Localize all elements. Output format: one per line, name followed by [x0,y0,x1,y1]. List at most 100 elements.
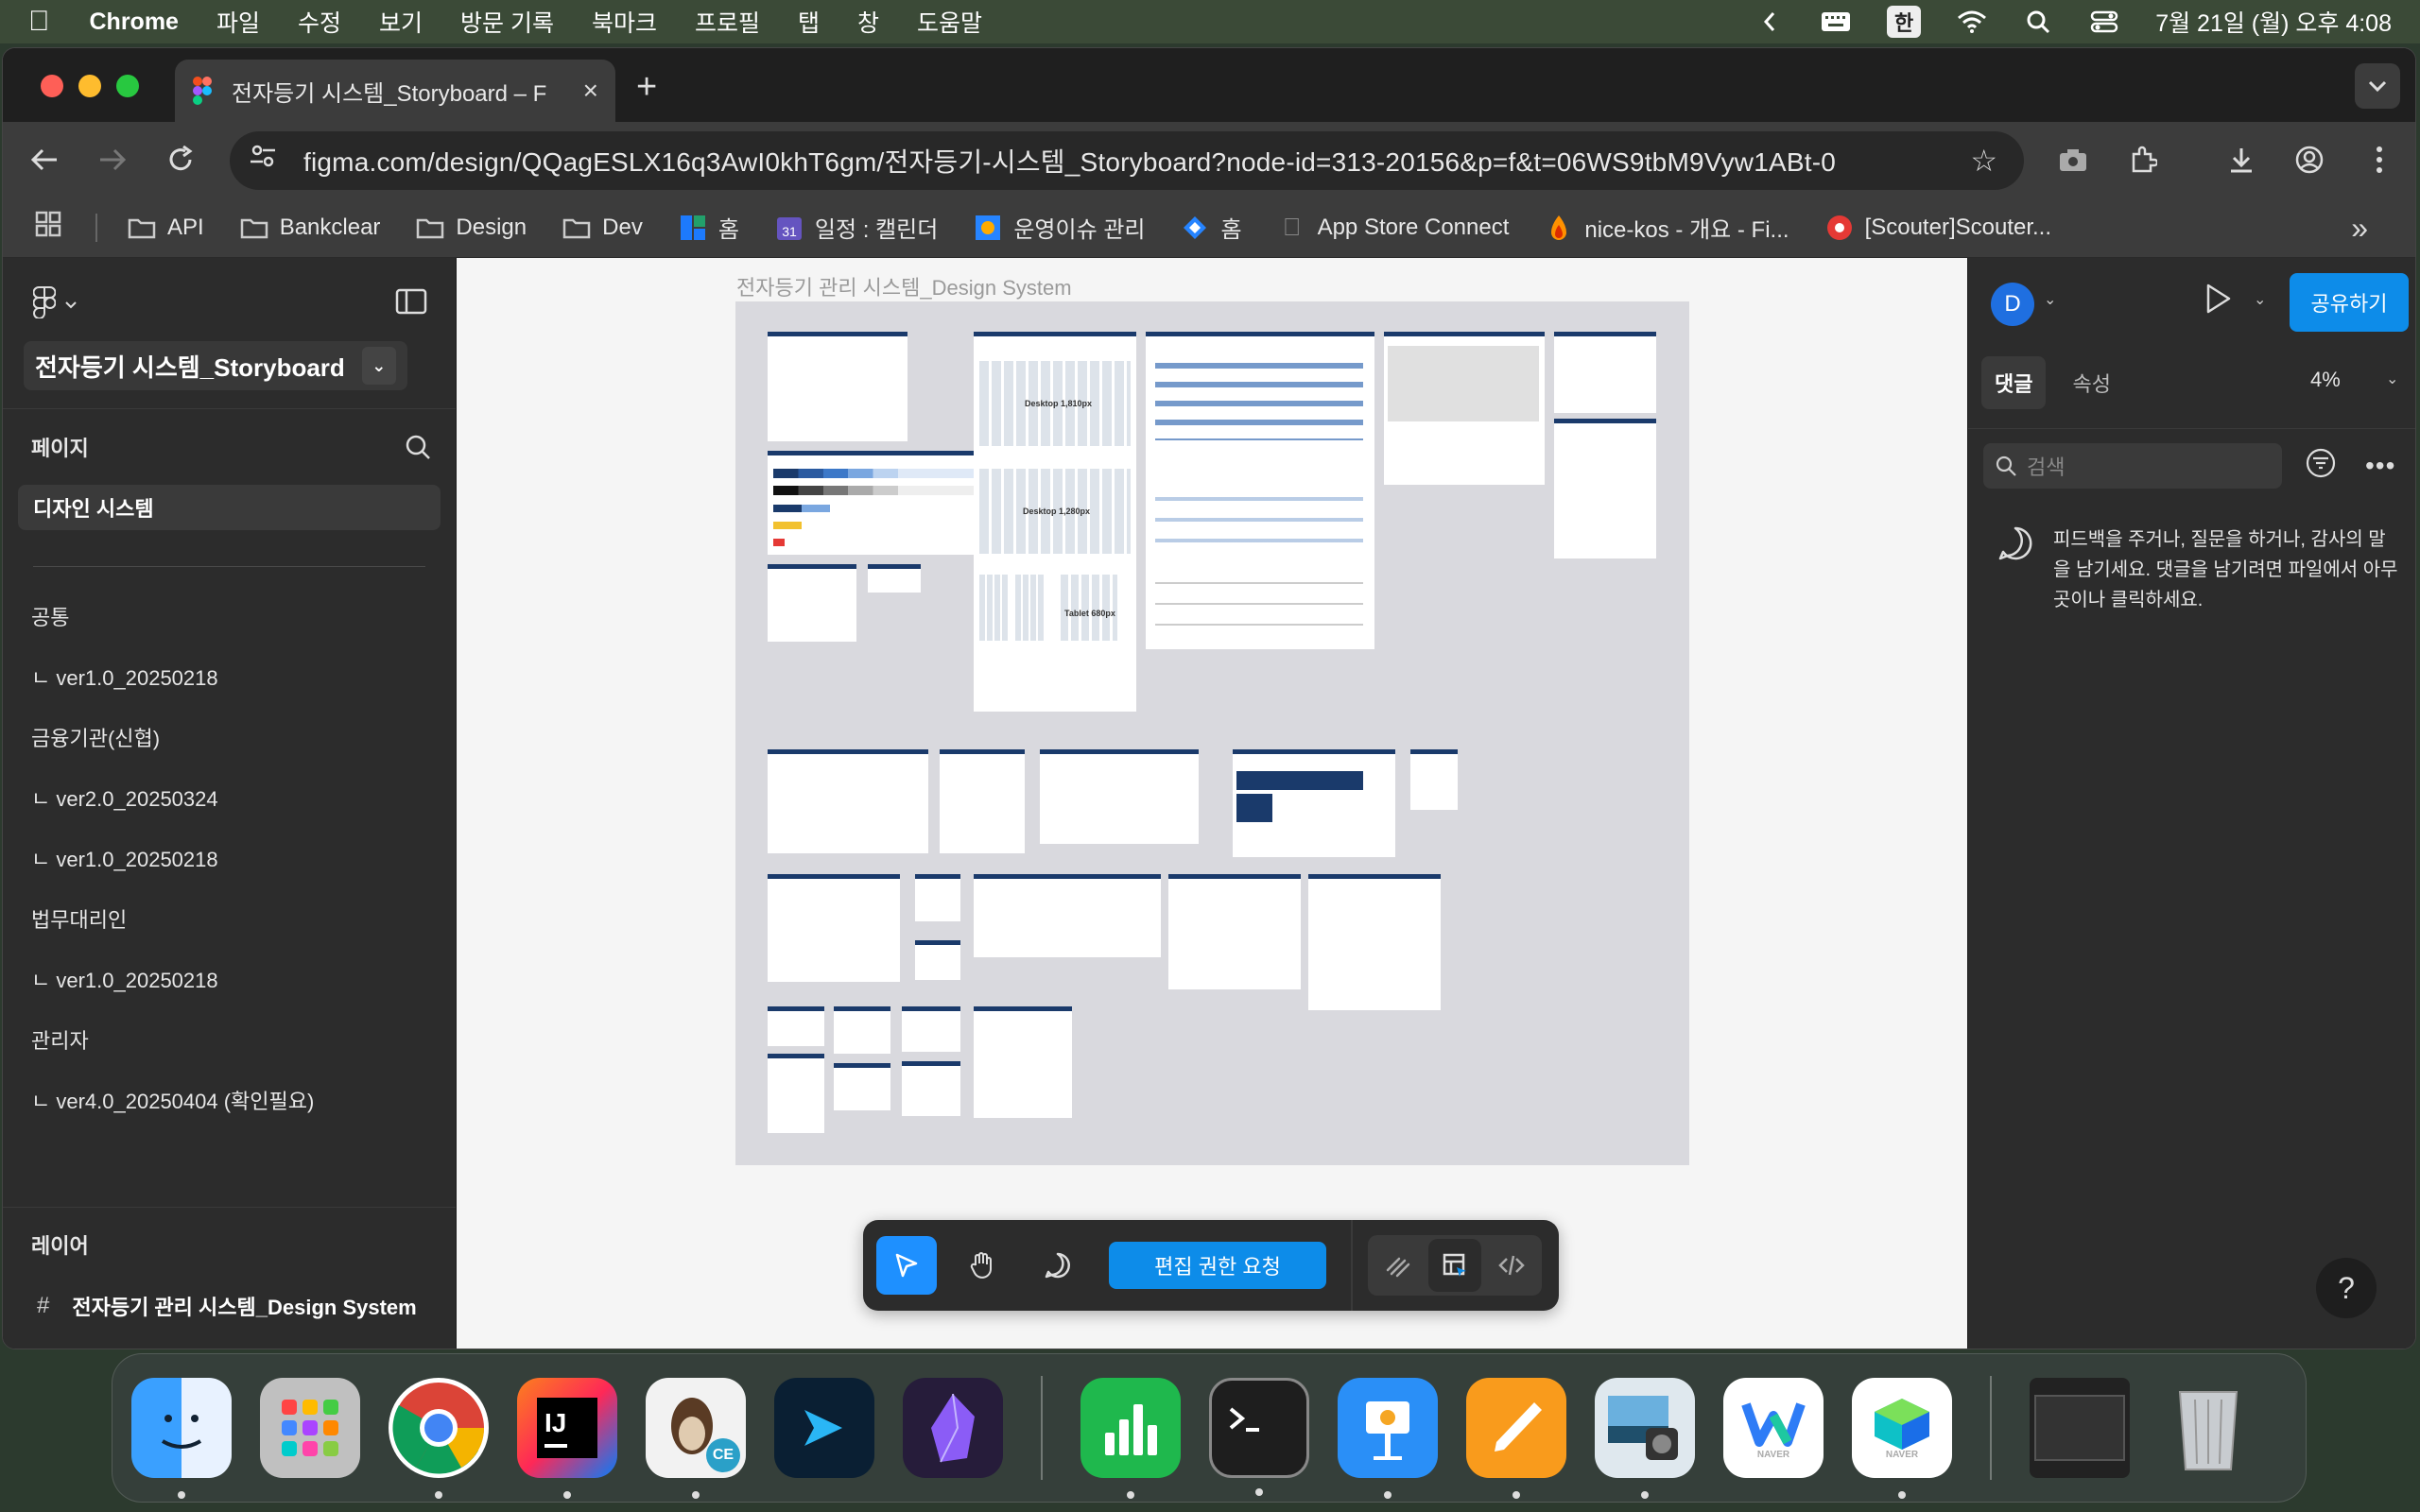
frame-label[interactable]: 전자등기 관리 시스템_Design System [736,271,1072,301]
dock-xcode-cloud-icon[interactable] [774,1378,874,1478]
dock-keynote-icon[interactable] [1338,1378,1438,1499]
board-small-b[interactable] [868,564,921,593]
dock-trash-icon[interactable] [2158,1378,2258,1478]
page-item-financial[interactable]: 금융기관(신협) [3,707,456,767]
address-bar[interactable]: figma.com/design/QQagESLX16q3AwI0khT6gm/… [230,131,2024,190]
profile-icon[interactable] [2290,141,2328,179]
minimize-window-button[interactable] [78,75,101,97]
page-item-admin[interactable]: 관리자 [3,1009,456,1070]
chevron-down-icon[interactable]: ⌄ [2044,290,2056,309]
bookmark-dev[interactable]: Dev [562,215,643,241]
url-text[interactable]: figma.com/design/QQagESLX16q3AwI0khT6gm/… [303,142,1970,180]
present-play-icon[interactable] [2203,283,2240,320]
dock-obsidian-icon[interactable] [903,1378,1003,1478]
board-screen-16[interactable] [768,1054,824,1133]
dock-finder-icon[interactable] [131,1378,232,1499]
comment-search-input[interactable]: 검색 [1983,443,2282,489]
board-screen-2[interactable] [940,749,1025,853]
board-typography[interactable] [768,332,908,441]
board-screen-14[interactable] [902,1006,960,1052]
menu-help[interactable]: 도움말 [917,5,982,39]
menu-history[interactable]: 방문 기록 [460,5,554,39]
menu-bookmarks[interactable]: 북마크 [592,5,657,39]
input-method-indicator[interactable]: 한 [1886,6,1922,38]
reload-icon[interactable] [162,141,199,179]
board-screen-17[interactable] [834,1063,890,1110]
camera-icon[interactable] [2054,141,2092,179]
board-screen-18[interactable] [902,1061,960,1116]
bookmark-ops-issues[interactable]: 운영이슈 관리 [974,211,1145,244]
apps-grid-icon[interactable] [35,211,61,244]
board-modal[interactable] [1384,332,1545,485]
bookmark-bankclear[interactable]: Bankclear [240,215,380,241]
board-screen-12[interactable] [768,1006,824,1046]
board-screen-15[interactable] [974,1006,1072,1118]
page-item-common-v1[interactable]: ㄴ ver1.0_20250218 [3,646,456,707]
board-screen-6[interactable] [768,874,900,982]
page-item-design-system[interactable]: 디자인 시스템 [18,485,441,530]
extensions-icon[interactable] [2124,141,2162,179]
file-title-button[interactable]: 전자등기 시스템_Storyboard ⌄ [24,341,407,390]
dock-naver-icon[interactable]: NAVER [1852,1378,1952,1499]
chrome-menu-icon[interactable] [2360,141,2398,179]
design-system-frame[interactable]: Desktop 1,810px Desktop 1,280px Tablet 6… [735,301,1689,1165]
close-window-button[interactable] [41,75,63,97]
chevron-down-icon[interactable]: ⌄ [2386,369,2398,388]
share-button[interactable]: 공유하기 [2290,273,2409,332]
board-components[interactable] [1146,332,1374,649]
spotlight-search-icon[interactable] [2023,9,2053,34]
keyboard-icon[interactable] [1821,9,1851,34]
board-layout-spacing[interactable]: Desktop 1,810px Desktop 1,280px Tablet 6… [974,332,1136,712]
page-item-legal-agent[interactable]: 법무대리인 [3,888,456,949]
avatar[interactable]: D [1991,283,2034,326]
menu-file[interactable]: 파일 [216,5,260,39]
zoom-window-button[interactable] [116,75,139,97]
menu-clock[interactable]: 7월 21일 (월) 오후 4:08 [2155,5,2392,39]
new-tab-icon[interactable]: + [636,67,657,108]
board-screen-1[interactable] [768,749,928,853]
download-icon[interactable] [2222,141,2260,179]
dock-launchpad-icon[interactable] [260,1378,360,1478]
figma-main-menu[interactable] [32,286,77,323]
bookmark-app-store-connect[interactable]: App Store Connect [1278,213,1510,241]
dock-intellij-icon[interactable]: IJ [517,1378,617,1499]
move-tool-cursor-icon[interactable] [876,1236,937,1295]
board-screen-5[interactable] [1410,749,1458,810]
menu-window[interactable]: 창 [857,5,879,39]
board-colors[interactable] [768,451,993,555]
site-settings-icon[interactable] [249,142,286,180]
board-screen-7[interactable] [915,874,960,921]
tab-properties[interactable]: 속성 [2059,356,2123,409]
menu-profiles[interactable]: 프로필 [695,5,760,39]
draw-mode-icon[interactable] [1372,1239,1425,1292]
page-item-financial-v2[interactable]: ㄴ ver2.0_20250324 [3,767,456,828]
layer-item[interactable]: # 전자등기 관리 시스템_Design System [3,1281,456,1331]
page-item-admin-v4[interactable]: ㄴ ver4.0_20250404 (확인필요) [3,1070,456,1130]
tab-comments[interactable]: 댓글 [1981,356,2047,409]
bookmark-calendar[interactable]: 31 일정 : 캘린더 [775,211,938,244]
chevron-down-icon[interactable]: ⌄ [361,347,396,385]
board-forms[interactable] [1554,419,1656,558]
more-options-icon[interactable]: ••• [2365,451,2395,481]
bookmark-api[interactable]: API [128,215,204,241]
page-item-common[interactable]: 공통 [3,586,456,646]
close-tab-icon[interactable]: × [583,76,598,106]
board-screen-4[interactable] [1233,749,1395,857]
dock-terminal-icon[interactable] [1209,1378,1309,1496]
bookmark-confluence-home[interactable]: 홈 [679,211,739,244]
menu-view[interactable]: 보기 [379,5,423,39]
back-arrow-icon[interactable] [26,141,63,179]
search-icon[interactable] [405,434,431,466]
request-edit-button[interactable]: 편집 권한 요청 [1109,1242,1326,1289]
chevron-down-icon[interactable]: ⌄ [2254,290,2266,309]
sidebar-toggle-icon[interactable] [395,288,427,315]
dock-sequel-ace-icon[interactable]: CE [646,1378,746,1499]
dock-pages-icon[interactable] [1466,1378,1566,1499]
bookmarks-overflow-icon[interactable]: » [2351,211,2368,246]
design-mode-icon[interactable] [1428,1239,1481,1292]
board-screen-3[interactable] [1040,749,1199,844]
tab-search-chevron-icon[interactable] [2355,63,2400,109]
menu-tab[interactable]: 탭 [798,5,820,39]
page-item-financial-v1[interactable]: ㄴ ver1.0_20250218 [3,828,456,888]
chevron-left-icon[interactable] [1754,9,1785,34]
